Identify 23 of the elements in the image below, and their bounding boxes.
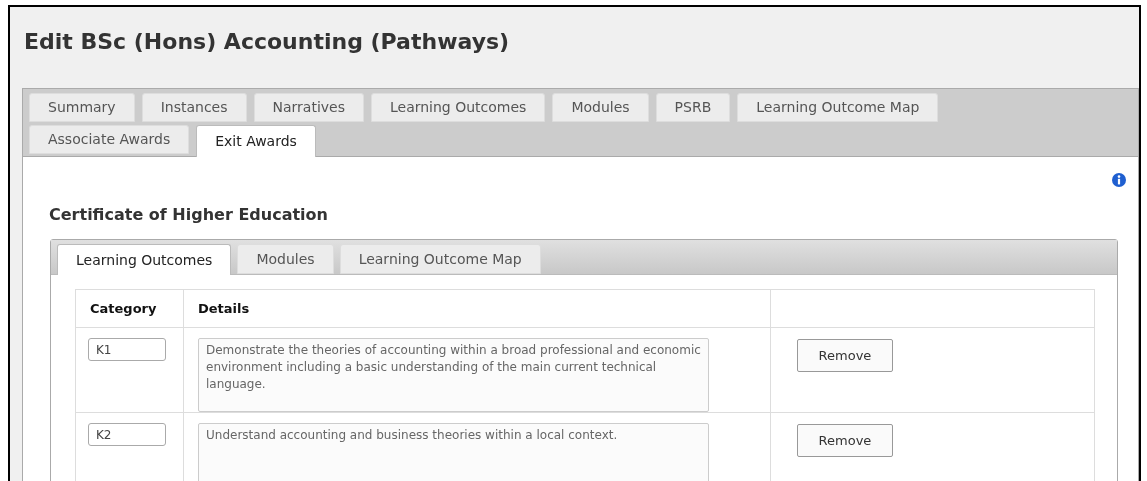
tab[interactable]: Summary	[29, 93, 135, 122]
column-header: Category	[90, 300, 157, 316]
category-field[interactable]: K1	[88, 338, 166, 361]
details-field[interactable]: Demonstrate the theories of accounting within a broad professional and economic environment including a basic understanding of the main current technical language.	[198, 338, 709, 412]
remove-button[interactable]: Remove	[797, 424, 893, 457]
info-icon[interactable]	[1112, 173, 1126, 187]
column-header: Details	[198, 300, 250, 316]
tab[interactable]: Learning Outcomes	[57, 244, 232, 275]
tab[interactable]: Associate Awards	[29, 125, 190, 154]
tab[interactable]: Learning Outcomes	[370, 93, 546, 122]
details-field[interactable]: Understand accounting and business theories within a local context.	[198, 423, 709, 481]
tab[interactable]: Exit Awards	[196, 125, 316, 157]
tab[interactable]: Instances	[141, 93, 247, 122]
tab[interactable]: Modules	[237, 244, 334, 274]
tab[interactable]: PSRB	[655, 93, 731, 122]
tab[interactable]: Learning Outcome Map	[339, 244, 541, 274]
tab[interactable]: Learning Outcome Map	[737, 93, 939, 122]
tab[interactable]: Narratives	[253, 93, 364, 122]
category-field[interactable]: K2	[88, 423, 166, 446]
page-title: Edit BSc (Hons) Accounting (Pathways)	[24, 28, 510, 56]
remove-button[interactable]: Remove	[797, 339, 893, 372]
section-heading: Certificate of Higher Education	[49, 204, 328, 226]
tab[interactable]: Modules	[552, 93, 649, 122]
